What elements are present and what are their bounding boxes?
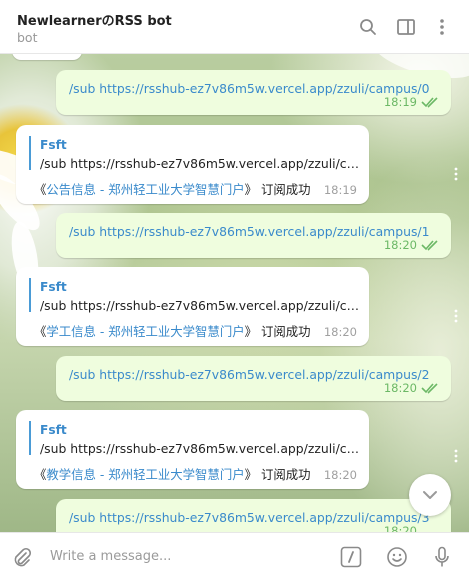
feed-title-link[interactable]: 公告信息 - 郑州轻工业大学智慧门户: [46, 182, 244, 197]
chevron-down-icon: [423, 491, 437, 499]
bot-command-icon[interactable]: [339, 545, 363, 569]
message-text: /sub https://rsshub-ez7v86m5w.vercel.app…: [69, 224, 430, 239]
double-check-icon: [421, 97, 438, 108]
partial-message-bubble: [12, 54, 82, 60]
incoming-message[interactable]: Fsft /sub https://rsshub-ez7v86m5w.verce…: [16, 125, 369, 204]
message-suffix: 》 订阅成功: [244, 467, 311, 482]
outgoing-message[interactable]: /sub https://rsshub-ez7v86m5w.vercel.app…: [56, 70, 451, 115]
message-time: 18:19: [323, 183, 357, 197]
message-menu-icon[interactable]: [446, 306, 466, 326]
reply-author[interactable]: Fsft: [40, 280, 67, 294]
outgoing-message[interactable]: /sub https://rsshub-ez7v86m5w.vercel.app…: [56, 499, 451, 532]
message-time: 18:19: [383, 95, 417, 109]
bracket-open: 《: [34, 467, 47, 482]
search-icon[interactable]: [355, 14, 381, 40]
message-time: 18:20: [383, 238, 417, 252]
message-menu-icon[interactable]: [446, 164, 466, 184]
message-composer: [0, 532, 469, 578]
message-suffix: 》 订阅成功: [244, 182, 311, 197]
bracket-open: 《: [34, 324, 47, 339]
message-menu-icon[interactable]: [446, 446, 466, 466]
reply-text[interactable]: /sub https://rsshub-ez7v86m5w.vercel.app…: [40, 156, 360, 171]
message-text: 《学工信息 - 郑州轻工业大学智慧门户》 订阅成功: [34, 322, 311, 340]
message-text: /sub https://rsshub-ez7v86m5w.vercel.app…: [69, 367, 430, 382]
double-check-icon: [421, 383, 438, 394]
reply-quote-bar: [29, 278, 31, 312]
message-suffix: 》 订阅成功: [244, 324, 311, 339]
chat-title[interactable]: NewlearnerのRSS bot: [17, 10, 172, 29]
more-vertical-icon[interactable]: [429, 14, 455, 40]
message-text: 《教学信息 - 郑州轻工业大学智慧门户》 订阅成功: [34, 465, 311, 483]
reply-quote-bar: [29, 136, 31, 170]
reply-text[interactable]: /sub https://rsshub-ez7v86m5w.vercel.app…: [40, 298, 360, 313]
microphone-icon[interactable]: [430, 545, 454, 569]
message-text: 《公告信息 - 郑州轻工业大学智慧门户》 订阅成功: [34, 180, 311, 198]
reply-text[interactable]: /sub https://rsshub-ez7v86m5w.vercel.app…: [40, 441, 360, 456]
chat-subtitle: bot: [17, 30, 38, 45]
message-text: /sub https://rsshub-ez7v86m5w.vercel.app…: [69, 81, 430, 96]
message-time: 18:20: [323, 468, 357, 482]
feed-title-link[interactable]: 教学信息 - 郑州轻工业大学智慧门户: [46, 467, 244, 482]
reply-quote-bar: [29, 421, 31, 455]
outgoing-message[interactable]: /sub https://rsshub-ez7v86m5w.vercel.app…: [56, 213, 451, 258]
reply-author[interactable]: Fsft: [40, 138, 67, 152]
double-check-icon: [421, 240, 438, 251]
reply-author[interactable]: Fsft: [40, 423, 67, 437]
message-time: 18:20: [323, 325, 357, 339]
feed-title-link[interactable]: 学工信息 - 郑州轻工业大学智慧门户: [46, 324, 244, 339]
bracket-open: 《: [34, 182, 47, 197]
scroll-to-bottom-button[interactable]: [409, 474, 451, 516]
message-list[interactable]: /sub https://rsshub-ez7v86m5w.vercel.app…: [0, 54, 469, 532]
incoming-message[interactable]: Fsft /sub https://rsshub-ez7v86m5w.verce…: [16, 410, 369, 489]
emoji-icon[interactable]: [385, 545, 409, 569]
message-time: 18:20: [383, 524, 417, 532]
message-input[interactable]: [50, 545, 320, 567]
chat-header: NewlearnerのRSS bot bot: [0, 0, 469, 54]
attach-icon[interactable]: [10, 545, 34, 569]
outgoing-message[interactable]: /sub https://rsshub-ez7v86m5w.vercel.app…: [56, 356, 451, 401]
incoming-message[interactable]: Fsft /sub https://rsshub-ez7v86m5w.verce…: [16, 267, 369, 346]
sidebar-toggle-icon[interactable]: [393, 14, 419, 40]
message-time: 18:20: [383, 381, 417, 395]
message-text: /sub https://rsshub-ez7v86m5w.vercel.app…: [69, 510, 430, 525]
